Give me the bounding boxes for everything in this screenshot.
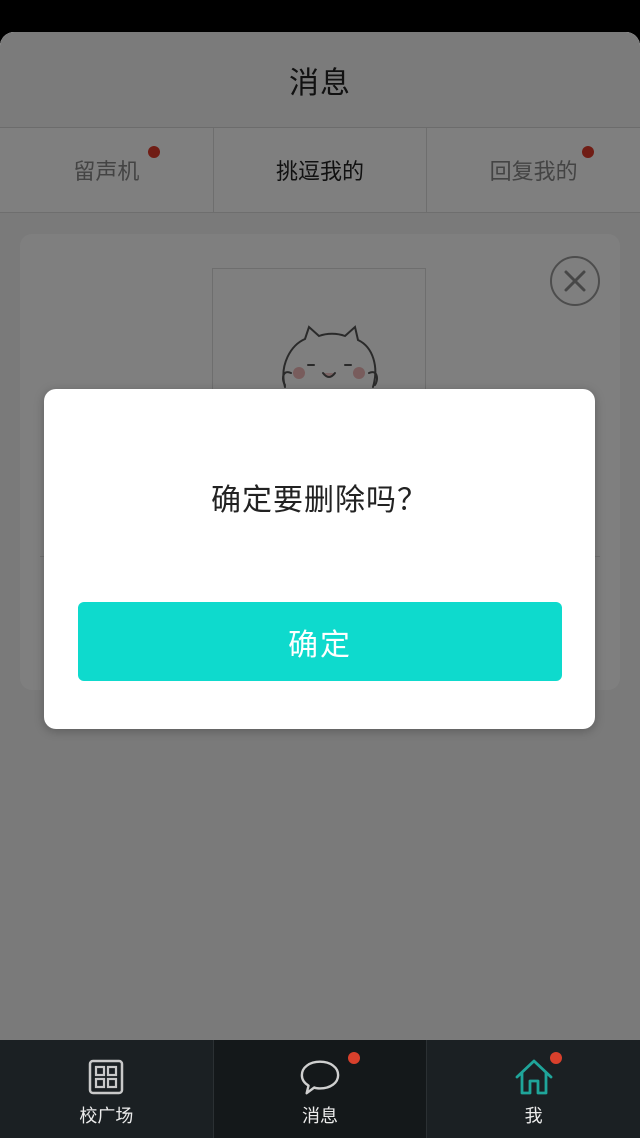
tabbar-item-campus-square[interactable]: 校广场 [0,1040,214,1138]
status-bar [0,0,640,32]
tabbar-label: 消息 [302,1106,338,1127]
chat-bubble-icon [299,1056,341,1098]
tabbar-item-me[interactable]: 我 [427,1040,640,1138]
tabbar-badge-dot [550,1052,563,1064]
delete-confirm-dialog: 确定要删除吗？ 确定 [44,389,595,729]
tabbar-badge-dot [347,1052,360,1064]
bottom-tabbar: 校广场 消息 我 [0,1040,640,1138]
app-screen: 消息 留声机 挑逗我的 回复我的 [0,0,640,1138]
tabbar-label: 校广场 [79,1106,134,1127]
dialog-message: 确定要删除吗？ [211,483,428,518]
home-icon [513,1056,555,1098]
grid-icon [85,1056,127,1098]
tabbar-label: 我 [524,1106,543,1127]
confirm-button[interactable]: 确定 [78,602,562,681]
tabbar-item-messages[interactable]: 消息 [213,1040,428,1138]
